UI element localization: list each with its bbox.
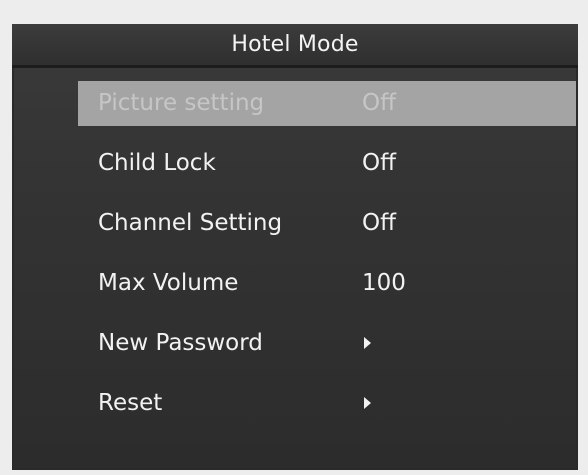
triangle-right-icon xyxy=(364,397,371,409)
hotel-mode-menu: Hotel Mode Picture setting Off Child Loc… xyxy=(12,24,578,470)
triangle-right-icon xyxy=(364,337,371,349)
menu-item-label: New Password xyxy=(98,330,263,356)
menu-list: Picture setting Off Child Lock Off Chann… xyxy=(78,81,576,441)
tv-screen: Hotel Mode Picture setting Off Child Loc… xyxy=(0,0,588,475)
menu-item-label: Channel Setting xyxy=(98,210,283,236)
menu-item-picture-setting[interactable]: Picture setting Off xyxy=(78,81,576,126)
menu-item-max-volume[interactable]: Max Volume 100 xyxy=(78,261,576,306)
menu-item-label: Max Volume xyxy=(98,270,239,296)
menu-item-value: Off xyxy=(362,150,396,176)
menu-title: Hotel Mode xyxy=(231,32,359,57)
menu-item-reset[interactable]: Reset xyxy=(78,381,576,426)
menu-item-value: Off xyxy=(362,210,396,236)
menu-item-label: Picture setting xyxy=(98,90,265,116)
menu-title-bar: Hotel Mode xyxy=(12,24,578,68)
menu-item-value: 100 xyxy=(362,270,406,296)
menu-item-value: Off xyxy=(362,90,396,116)
menu-item-new-password[interactable]: New Password xyxy=(78,321,576,366)
menu-item-child-lock[interactable]: Child Lock Off xyxy=(78,141,576,186)
menu-item-label: Child Lock xyxy=(98,150,216,176)
menu-item-channel-setting[interactable]: Channel Setting Off xyxy=(78,201,576,246)
menu-item-label: Reset xyxy=(98,390,163,416)
